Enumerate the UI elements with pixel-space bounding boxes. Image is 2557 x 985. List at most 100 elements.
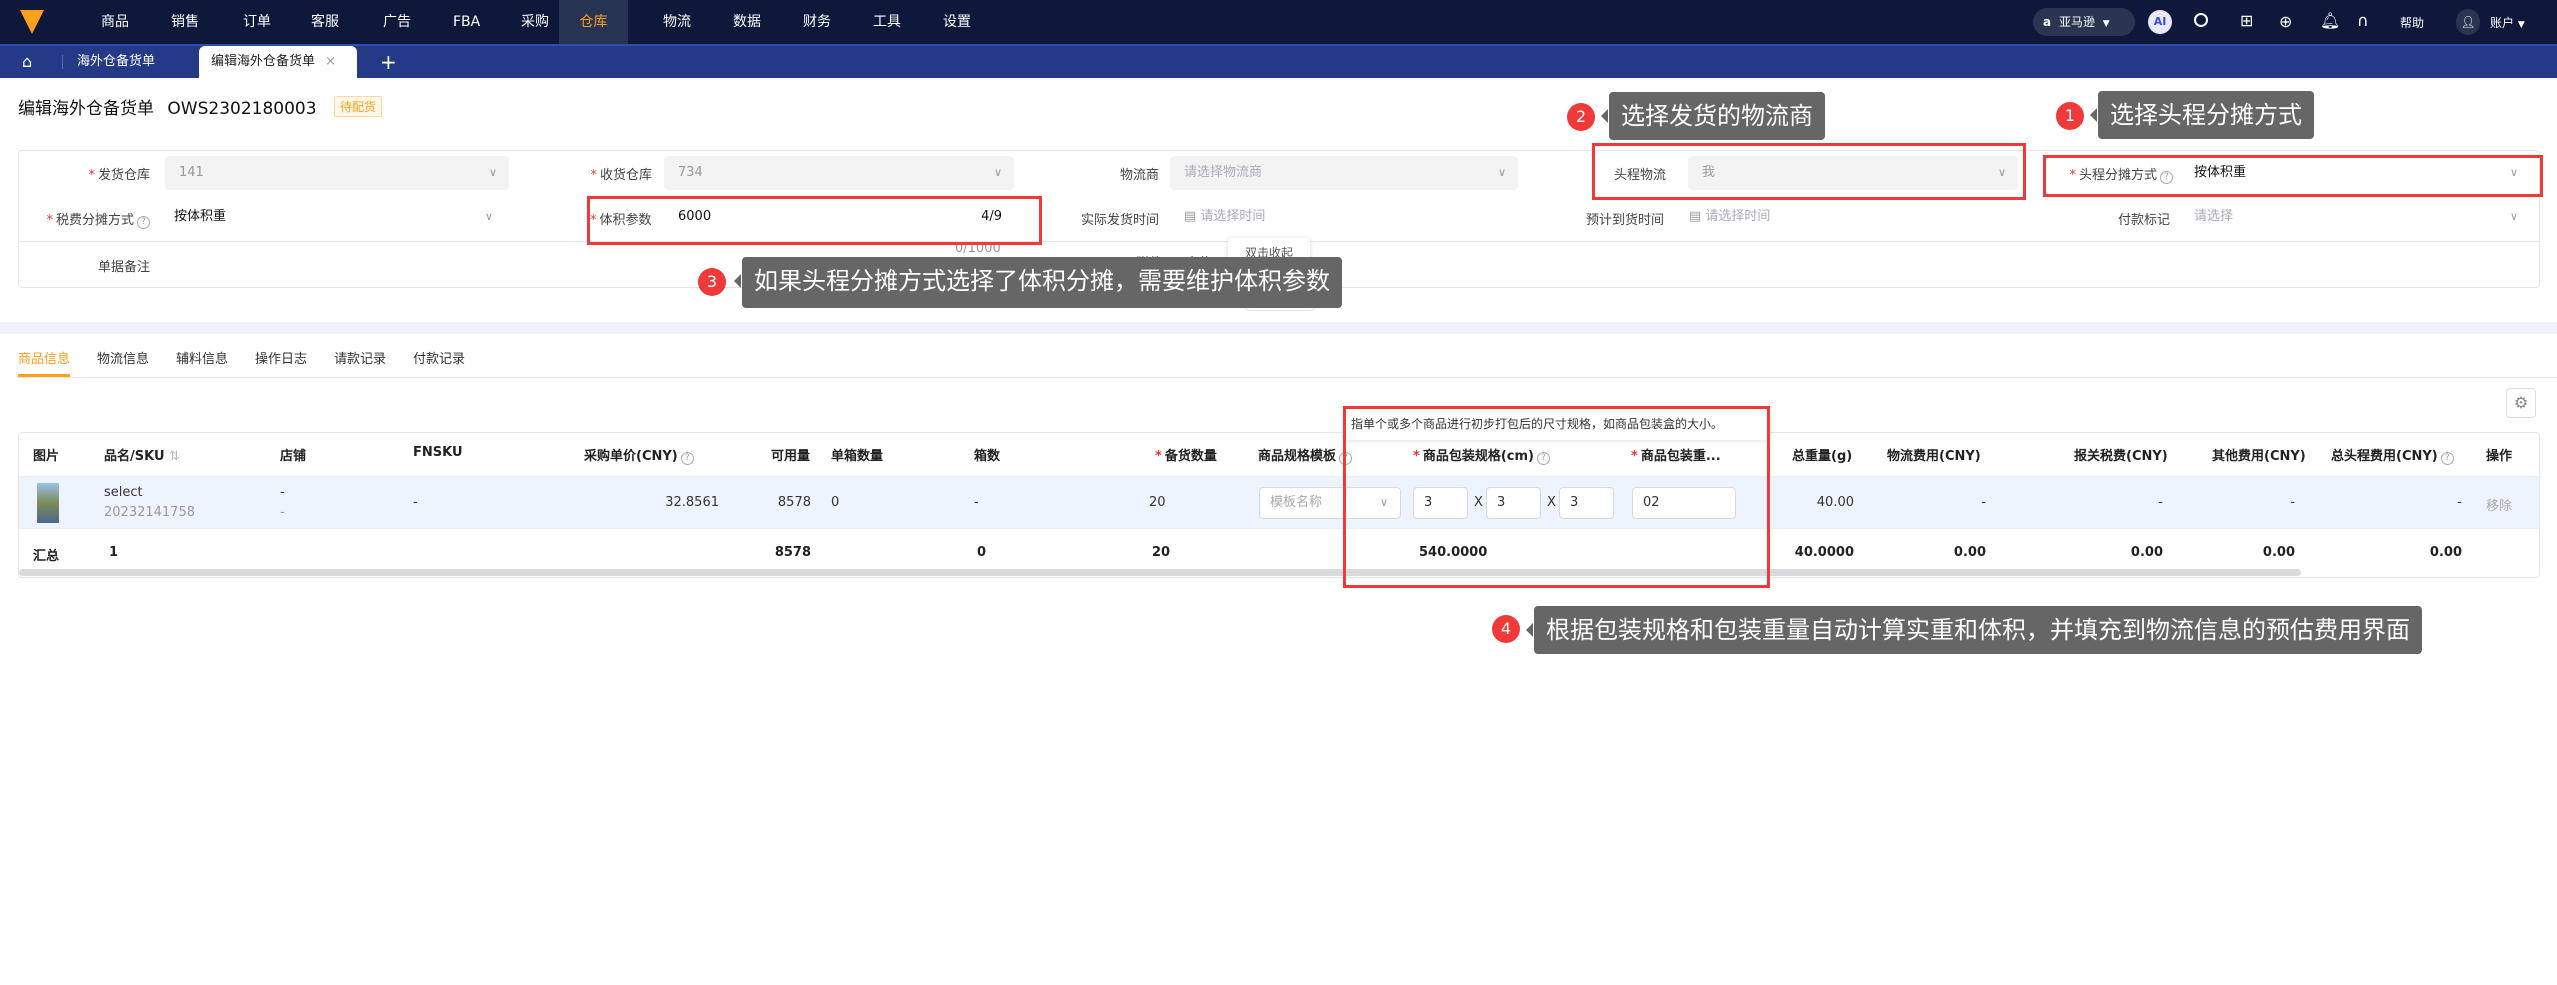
shop-sub: -: [280, 505, 285, 520]
help-link[interactable]: 帮助: [2400, 14, 2424, 31]
customs-fee: -: [2158, 495, 2163, 510]
total-weight: 40.00: [1816, 495, 1854, 510]
summary-count: 1: [109, 545, 119, 560]
nav-tools[interactable]: 工具: [869, 0, 905, 44]
calendar-icon: ▤: [1184, 209, 1201, 224]
tab-materials-info[interactable]: 辅料信息: [176, 348, 228, 370]
annotation-callout-1: 选择头程分摊方式: [2090, 91, 2314, 139]
product-image[interactable]: [37, 483, 59, 523]
apps-grid-icon[interactable]: ⊞: [2240, 13, 2253, 29]
boxes: -: [974, 495, 979, 510]
carrier-label: 物流商: [1119, 168, 1159, 183]
tab-goods-info[interactable]: 商品信息: [18, 348, 71, 377]
gear-icon[interactable]: ⚙: [2506, 388, 2536, 418]
annotation-callout-2: 选择发货的物流商: [1601, 92, 1825, 140]
account-menu[interactable]: 账户 ▼: [2490, 14, 2525, 31]
summary-logistics: 0.00: [1953, 545, 1986, 560]
actual-ship-datepicker[interactable]: ▤ 请选择时间: [1170, 200, 1510, 234]
goods-table: 图片 品名/SKU ⇅ 店铺 FNSKU 采购单价(CNY)? 可用量 单箱数量…: [18, 432, 2540, 578]
nav-sales[interactable]: 销售: [167, 0, 203, 44]
tab-overseas-stock-list[interactable]: 海外仓备货单: [77, 46, 155, 78]
fox-logo-icon[interactable]: [20, 10, 44, 34]
table-header: 图片 品名/SKU ⇅ 店铺 FNSKU 采购单价(CNY)? 可用量 单箱数量…: [19, 433, 2539, 477]
marketplace-selector[interactable]: a 亚马逊 ▼: [2033, 8, 2135, 36]
bell-icon[interactable]: 🔔︎: [2320, 11, 2340, 30]
col-name-sku[interactable]: 品名/SKU ⇅: [104, 445, 180, 464]
tab-logistics-info[interactable]: 物流信息: [97, 348, 149, 370]
tab-operation-log[interactable]: 操作日志: [255, 348, 307, 370]
qty: 20: [1149, 495, 1166, 510]
caret-down-icon: ▼: [2517, 20, 2525, 30]
col-per-box: 单箱数量: [831, 449, 884, 464]
remark-label: 单据备注: [97, 260, 150, 275]
divider: [62, 55, 63, 69]
ship-warehouse-select[interactable]: 141 ∨: [165, 156, 509, 190]
tab-label: 编辑海外仓备货单: [211, 54, 316, 69]
annotation-callout-3: 如果头程分摊方式选择了体积分摊，需要维护体积参数: [734, 257, 1342, 308]
nav-finance[interactable]: 财务: [799, 0, 835, 44]
sort-icon[interactable]: ⇅: [169, 449, 180, 464]
nav-ads[interactable]: 广告: [379, 0, 415, 44]
summary-row: 汇总 1 8578 0 20 540.0000 40.0000 0.00 0.0…: [19, 529, 2539, 569]
top-nav: 商品 销售 订单 客服 广告 FBA 采购 仓库 物流 数据 财务 工具 设置 …: [0, 0, 2557, 44]
nav-purchase[interactable]: 采购: [517, 0, 553, 44]
carrier-select[interactable]: 请选择物流商 ∨: [1170, 156, 1518, 190]
highlight-box-1: [2043, 155, 2543, 197]
chevron-down-icon: ∨: [488, 166, 497, 179]
tax-alloc-select[interactable]: 按体积重 ∨: [160, 200, 505, 234]
page-title-text: 编辑海外仓备货单: [18, 99, 154, 119]
horizontal-scrollbar[interactable]: [19, 569, 2301, 576]
col-other-fee: 其他费用(CNY): [2212, 449, 2306, 464]
eta-datepicker[interactable]: ▤ 请选择时间: [1675, 200, 2015, 234]
chevron-down-icon: ∨: [484, 210, 493, 223]
product-name[interactable]: select: [104, 485, 143, 500]
total-first-leg-fee: -: [2457, 495, 2462, 510]
amazon-icon: a: [2043, 15, 2052, 29]
eta-label: 预计到货时间: [1585, 213, 1664, 228]
annotation-number-1: 1: [2056, 102, 2084, 130]
recv-warehouse-select[interactable]: 734 ∨: [664, 156, 1014, 190]
ai-button[interactable]: AI: [2148, 10, 2172, 34]
tab-edit-overseas-stock[interactable]: 编辑海外仓备货单 ×: [199, 46, 357, 78]
help-icon[interactable]: ?: [680, 452, 694, 465]
nav-settings[interactable]: 设置: [939, 0, 975, 44]
table-row: select 20232141758 - - - 32.8561 8578 0 …: [19, 477, 2539, 529]
close-icon[interactable]: ×: [325, 54, 336, 69]
home-icon[interactable]: ⌂: [22, 46, 32, 78]
nav-data[interactable]: 数据: [729, 0, 765, 44]
col-spec-template: 商品规格模板?: [1258, 445, 1353, 465]
col-price: 采购单价(CNY)?: [584, 445, 694, 465]
headset-icon[interactable]: ∩: [2357, 11, 2369, 30]
remove-link[interactable]: 移除: [2486, 495, 2512, 514]
nav-logistics[interactable]: 物流: [659, 0, 695, 44]
tab-payment-request[interactable]: 请款记录: [334, 348, 386, 370]
nav-fba[interactable]: FBA: [449, 0, 484, 44]
available: 8578: [777, 495, 811, 510]
order-number: OWS2302180003: [167, 99, 317, 119]
caret-down-icon: ▼: [2102, 19, 2110, 29]
page-tab-bar: ⌂ 海外仓备货单 编辑海外仓备货单 × +: [0, 44, 2557, 78]
nav-orders[interactable]: 订单: [239, 0, 275, 44]
summary-available: 8578: [774, 545, 811, 560]
ship-warehouse-label: * 发货仓库: [88, 168, 150, 183]
add-tab-button[interactable]: +: [380, 46, 397, 78]
pay-mark-select[interactable]: 请选择 ∨: [2180, 200, 2530, 234]
nav-goods[interactable]: 商品: [97, 0, 133, 44]
help-icon[interactable]: ?: [2440, 452, 2454, 465]
avatar[interactable]: 👤︎: [2456, 9, 2480, 35]
help-icon[interactable]: ?: [137, 216, 150, 229]
summary-other: 0.00: [2262, 545, 2295, 560]
nav-service[interactable]: 客服: [307, 0, 343, 44]
summary-total-weight: 40.0000: [1794, 545, 1854, 560]
download-icon[interactable]: ⊕: [2279, 12, 2292, 31]
tax-alloc-label: * 税费分摊方式?: [30, 209, 150, 229]
status-badge: 待配货: [334, 96, 383, 117]
tab-payment-record[interactable]: 付款记录: [413, 348, 465, 370]
nav-warehouse[interactable]: 仓库: [559, 0, 628, 44]
account-label: 账户: [2490, 16, 2515, 30]
search-icon[interactable]: [2194, 13, 2208, 27]
price: 32.8561: [665, 495, 719, 510]
calendar-icon: ▤: [1689, 209, 1706, 224]
marketplace-label: 亚马逊: [2058, 15, 2095, 29]
section-tabs: 商品信息 物流信息 辅料信息 操作日志 请款记录 付款记录: [18, 348, 2557, 378]
